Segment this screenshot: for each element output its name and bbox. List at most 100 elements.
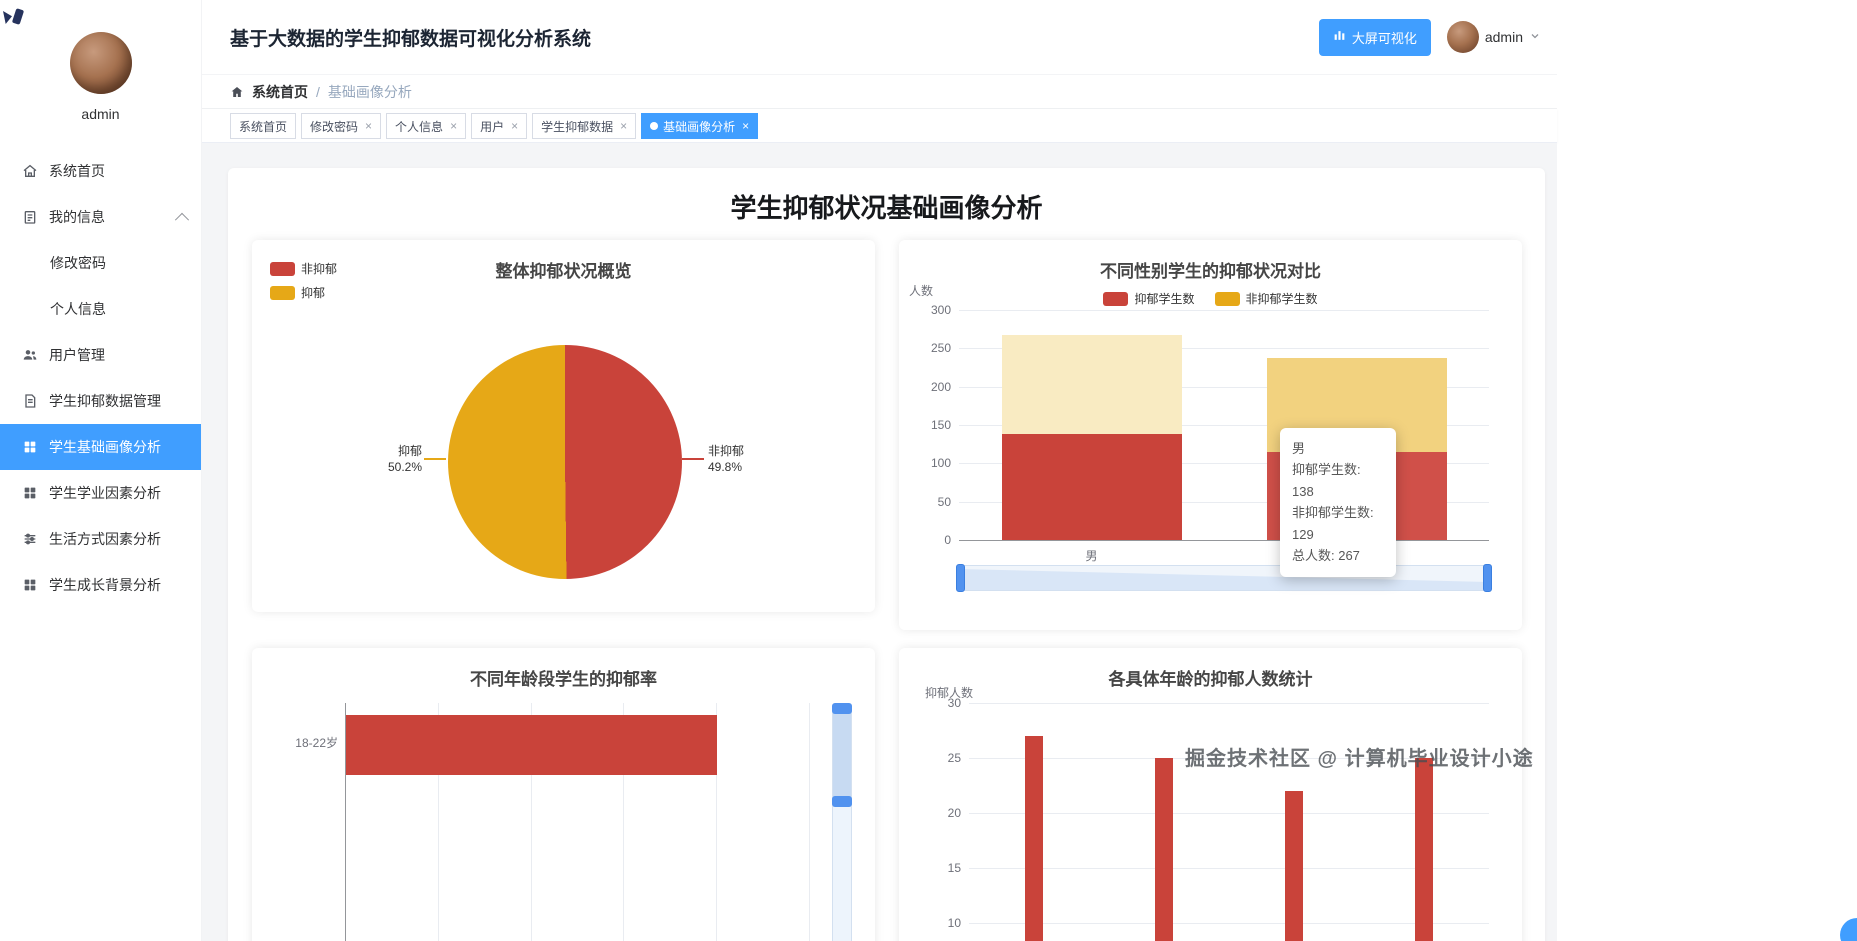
sidebar-item-label: 修改密码 — [50, 255, 106, 271]
category-label: 18-22岁 — [295, 736, 338, 750]
avatar[interactable] — [69, 32, 132, 94]
axis-tick-label: 10 — [947, 916, 961, 930]
close-icon[interactable]: × — [620, 120, 627, 132]
axis-tick-label: 100 — [930, 456, 951, 471]
chart-title: 不同年龄段学生的抑郁率 — [470, 670, 657, 689]
tab-change-password[interactable]: 修改密码 × — [301, 113, 382, 139]
users-icon — [22, 347, 39, 364]
bar[interactable] — [1285, 791, 1303, 941]
sidebar-item-label: 用户管理 — [49, 347, 105, 363]
close-icon[interactable]: × — [365, 120, 372, 132]
tooltip-line: 抑郁学生数: 138 — [1292, 462, 1361, 499]
pie-label-line — [424, 458, 446, 460]
tab-basic-portrait[interactable]: 基础画像分析 × — [641, 113, 759, 139]
legend-item-depressed[interactable]: 抑郁 — [270, 284, 337, 301]
legend-label: 非抑郁 — [301, 262, 338, 276]
data-file-icon — [22, 393, 39, 410]
big-screen-button-label: 大屏可视化 — [1351, 30, 1417, 46]
legend-swatch — [270, 261, 295, 276]
breadcrumb: 系统首页 / 基础画像分析 — [202, 75, 1557, 109]
tab-home[interactable]: 系统首页 — [230, 113, 297, 139]
sidebar-item-label: 生活方式因素分析 — [49, 531, 161, 547]
chart-title: 各具体年龄的抑郁人数统计 — [1108, 670, 1313, 689]
breadcrumb-current: 基础画像分析 — [327, 83, 412, 100]
breadcrumb-root[interactable]: 系统首页 — [252, 82, 308, 102]
gridline — [969, 868, 1489, 869]
bar[interactable] — [1415, 758, 1433, 941]
sidebar-item-profile[interactable]: 个人信息 — [0, 286, 201, 332]
sidebar-item-background-analysis[interactable]: 学生成长背景分析 — [0, 562, 201, 608]
gridline — [809, 703, 810, 941]
corner-artifact — [3, 8, 25, 29]
pie-label-depressed: 抑郁 50.2% — [344, 444, 422, 475]
tab-label: 修改密码 — [310, 119, 359, 134]
axis-tick-label: 300 — [930, 303, 951, 317]
datazoom-handle-top[interactable] — [832, 703, 852, 714]
legend-item-non-depressed[interactable]: 非抑郁 — [270, 260, 337, 277]
sidebar-item-home[interactable]: 系统首页 — [0, 148, 201, 194]
legend-item-non-depressed-count[interactable]: 非抑郁学生数 — [1214, 290, 1318, 307]
big-screen-button[interactable]: 大屏可视化 — [1318, 18, 1431, 56]
sidebar-user-block: admin — [0, 0, 201, 122]
app-title: 基于大数据的学生抑郁数据可视化分析系统 — [230, 28, 592, 50]
topbar-right: 大屏可视化 admin — [1318, 18, 1541, 56]
corner-artifact-shape — [3, 11, 12, 24]
chart-legend: 抑郁学生数 非抑郁学生数 — [899, 290, 1522, 307]
document-icon — [22, 209, 39, 226]
sidebar-item-user-management[interactable]: 用户管理 — [0, 332, 201, 378]
tab-depression-data[interactable]: 学生抑郁数据 × — [532, 113, 637, 139]
close-icon[interactable]: × — [742, 120, 749, 132]
tooltip-line: 非抑郁学生数: 129 — [1292, 505, 1374, 542]
tags-view: 系统首页 修改密码 × 个人信息 × 用户 × 学生抑郁数据 × 基础画像分析 … — [202, 109, 1557, 143]
chart-card-overview: 整体抑郁状况概览 非抑郁 抑郁 抑郁 50.2% 非抑郁 49.8% — [252, 240, 875, 612]
bar-segment[interactable] — [1001, 434, 1182, 540]
bar[interactable] — [1155, 758, 1173, 941]
legend-label: 抑郁 — [301, 286, 326, 300]
datazoom-handle-bottom[interactable] — [832, 796, 852, 807]
axis-tick-label: 20 — [947, 806, 961, 820]
close-icon[interactable]: × — [511, 120, 518, 132]
gridline — [969, 923, 1489, 924]
gender-plot: 050100150200250300男女 — [931, 303, 1489, 563]
pie-chart[interactable] — [448, 345, 682, 579]
floating-widget[interactable] — [1840, 918, 1857, 941]
grid-icon — [22, 577, 39, 594]
tab-label: 学生抑郁数据 — [541, 119, 614, 134]
legend-item-depressed-count[interactable]: 抑郁学生数 — [1103, 290, 1195, 307]
sidebar-item-depression-data[interactable]: 学生抑郁数据管理 — [0, 378, 201, 424]
tab-label: 个人信息 — [395, 119, 444, 134]
datazoom-handle-right[interactable] — [1483, 564, 1492, 592]
legend-label: 非抑郁学生数 — [1245, 292, 1318, 306]
gridline — [969, 703, 1489, 704]
bar[interactable] — [346, 715, 718, 775]
pie-label-name: 非抑郁 — [708, 444, 745, 458]
tab-profile[interactable]: 个人信息 × — [386, 113, 467, 139]
sidebar-item-lifestyle-factors[interactable]: 生活方式因素分析 — [0, 516, 201, 562]
sidebar-item-basic-portrait[interactable]: 学生基础画像分析 — [0, 424, 201, 470]
sidebar-item-my-info[interactable]: 我的信息 — [0, 194, 201, 240]
sidebar-item-change-password[interactable]: 修改密码 — [0, 240, 201, 286]
datazoom-slider-vertical[interactable] — [832, 703, 852, 941]
close-icon[interactable]: × — [450, 120, 457, 132]
active-dot — [650, 122, 659, 130]
axis-tick-label: 200 — [930, 379, 951, 394]
datazoom-slider[interactable] — [956, 564, 1492, 592]
chart-legend: 非抑郁 抑郁 — [270, 260, 337, 308]
chevron-down-icon — [1529, 29, 1541, 45]
sidebar-item-label: 系统首页 — [49, 163, 105, 179]
gridline — [959, 310, 1489, 311]
grid-icon — [22, 485, 39, 502]
user-dropdown[interactable]: admin — [1446, 21, 1541, 53]
legend-label: 抑郁学生数 — [1134, 292, 1195, 306]
corner-artifact-shape — [11, 8, 25, 25]
legend-swatch — [270, 285, 295, 300]
chevron-up-icon — [174, 212, 190, 227]
tooltip-title: 男 — [1292, 441, 1306, 456]
tab-user[interactable]: 用户 × — [471, 113, 528, 139]
sidebar-item-academic-factors[interactable]: 学生学业因素分析 — [0, 470, 201, 516]
pie-label-percent: 50.2% — [387, 459, 422, 474]
axis-tick-label: 50 — [937, 494, 951, 509]
bar[interactable] — [1025, 736, 1043, 941]
bar-segment[interactable] — [1001, 335, 1182, 435]
datazoom-handle-left[interactable] — [956, 564, 965, 592]
